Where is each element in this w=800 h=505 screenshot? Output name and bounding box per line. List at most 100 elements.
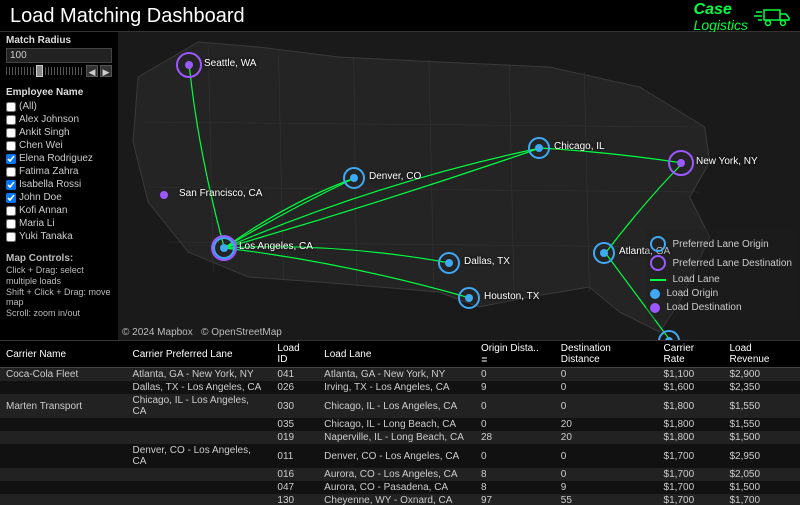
table-row[interactable]: Denver, CO - Los Angeles, CA011Denver, C… [0,444,800,468]
table-row[interactable]: 130Cheyenne, WY - Oxnard, CA9755$1,700$1… [0,494,800,505]
employee-checkbox[interactable] [6,128,16,138]
employee-filter-row[interactable]: Isabella Rossi [6,178,112,191]
city-dot[interactable] [185,61,193,69]
table-cell [126,468,271,481]
employee-checkbox[interactable] [6,232,16,242]
table-cell: $2,900 [723,368,800,382]
employee-checkbox[interactable] [6,102,16,112]
employee-filter-row[interactable]: (All) [6,100,112,113]
table-cell: Aurora, CO - Los Angeles, CA [318,468,475,481]
employee-checkbox[interactable] [6,115,16,125]
column-header[interactable]: Load Revenue [723,341,800,368]
legend-dest-icon [650,303,660,313]
attribution-mapbox[interactable]: © 2024 Mapbox [122,327,193,338]
table-cell: $1,100 [658,368,724,382]
column-header[interactable]: Carrier Preferred Lane [126,341,271,368]
table-cell: 011 [271,444,318,468]
employee-checkbox[interactable] [6,180,16,190]
city-dot[interactable] [677,159,685,167]
table-row[interactable]: 047Aurora, CO - Pasadena, CA89$1,700$1,5… [0,481,800,494]
employee-filter-row[interactable]: Fatima Zahra [6,165,112,178]
employee-filter-row[interactable]: Alex Johnson [6,113,112,126]
slider-next-button[interactable]: ▶ [100,65,112,77]
city-dot[interactable] [535,144,543,152]
city-label: Chicago, IL [554,141,605,152]
table-cell: 97 [475,494,555,505]
column-header[interactable]: Load Lane [318,341,475,368]
table-cell: $2,950 [723,444,800,468]
table-cell: Aurora, CO - Pasadena, CA [318,481,475,494]
table-row[interactable]: Coca-Cola FleetAtlanta, GA - New York, N… [0,368,800,382]
table-cell: 035 [271,418,318,431]
city-dot[interactable] [665,337,673,340]
logo-line2: Logistics [694,18,748,32]
employee-filter-row[interactable]: Kofi Annan [6,204,112,217]
table-row[interactable]: Dallas, TX - Los Angeles, CA026Irving, T… [0,381,800,394]
city-dot[interactable] [445,259,453,267]
table-cell: 28 [475,431,555,444]
employee-name-text: Kofi Annan [19,204,67,217]
table-cell: 8 [475,468,555,481]
employee-checkbox[interactable] [6,141,16,151]
employee-filter-row[interactable]: Chen Wei [6,139,112,152]
table-cell: 019 [271,431,318,444]
city-dot[interactable] [220,244,228,252]
table-cell: Atlanta, GA - New York, NY [126,368,271,382]
table-row[interactable]: 019Naperville, IL - Long Beach, CA2820$1… [0,431,800,444]
employee-checkbox[interactable] [6,206,16,216]
city-dot[interactable] [160,191,168,199]
table-cell: Denver, CO - Los Angeles, CA [318,444,475,468]
legend-origin-icon [650,289,660,299]
table-cell: $1,550 [723,394,800,418]
table-cell: $1,700 [658,444,724,468]
employee-filter-row[interactable]: Maria Li [6,217,112,230]
employee-checkbox[interactable] [6,167,16,177]
map-attribution: © 2024 Mapbox © OpenStreetMap [122,327,282,338]
table-row[interactable]: 016Aurora, CO - Los Angeles, CA80$1,700$… [0,468,800,481]
map-controls-help: Map Controls: Click + Drag: select multi… [6,253,112,319]
employee-filter-row[interactable]: Ankit Singh [6,126,112,139]
employee-filter-row[interactable]: Yuki Tanaka [6,230,112,243]
column-header[interactable]: Destination Distance [555,341,658,368]
table-cell: $1,600 [658,381,724,394]
logo-line1: Case [694,2,748,18]
table-cell: Naperville, IL - Long Beach, CA [318,431,475,444]
attribution-osm[interactable]: © OpenStreetMap [201,327,282,338]
table-cell: $1,700 [723,494,800,505]
employee-filter-row[interactable]: Elena Rodriguez [6,152,112,165]
slider-prev-button[interactable]: ◀ [86,65,98,77]
employee-filter-row[interactable]: John Doe [6,191,112,204]
table-cell [126,494,271,505]
employee-checkbox[interactable] [6,154,16,164]
employee-name-text: Yuki Tanaka [19,230,73,243]
table-cell [126,431,271,444]
legend-pref-origin-icon [650,236,666,252]
city-dot[interactable] [465,294,473,302]
table-cell: 030 [271,394,318,418]
page-title: Load Matching Dashboard [10,5,245,28]
column-header[interactable]: Origin Dista.. ≣ [475,341,555,368]
column-header[interactable]: Carrier Name [0,341,126,368]
legend-lane-label: Load Lane [672,274,719,285]
table-row[interactable]: 035Chicago, IL - Long Beach, CA020$1,800… [0,418,800,431]
match-radius-input[interactable] [6,48,112,63]
table-cell: Chicago, IL - Los Angeles, CA [318,394,475,418]
map-controls-line: Click + Drag: select multiple loads [6,265,112,287]
table-cell: 0 [555,368,658,382]
column-header[interactable]: Carrier Rate [658,341,724,368]
employee-checkbox[interactable] [6,219,16,229]
table-row[interactable]: Marten TransportChicago, IL - Los Angele… [0,394,800,418]
table-cell: 0 [555,468,658,481]
map-canvas[interactable]: Seattle, WASan Francisco, CALos Angeles,… [118,32,800,340]
column-header[interactable]: Load ID [271,341,318,368]
match-radius-slider[interactable] [6,67,84,75]
employee-name-text: Isabella Rossi [19,178,81,191]
city-dot[interactable] [600,249,608,257]
truck-icon [754,6,790,28]
employee-checkbox[interactable] [6,193,16,203]
employee-name-text: Fatima Zahra [19,165,78,178]
city-dot[interactable] [350,174,358,182]
city-label: New York, NY [696,156,758,167]
table-cell: Irving, TX - Los Angeles, CA [318,381,475,394]
employee-name-text: Maria Li [19,217,55,230]
